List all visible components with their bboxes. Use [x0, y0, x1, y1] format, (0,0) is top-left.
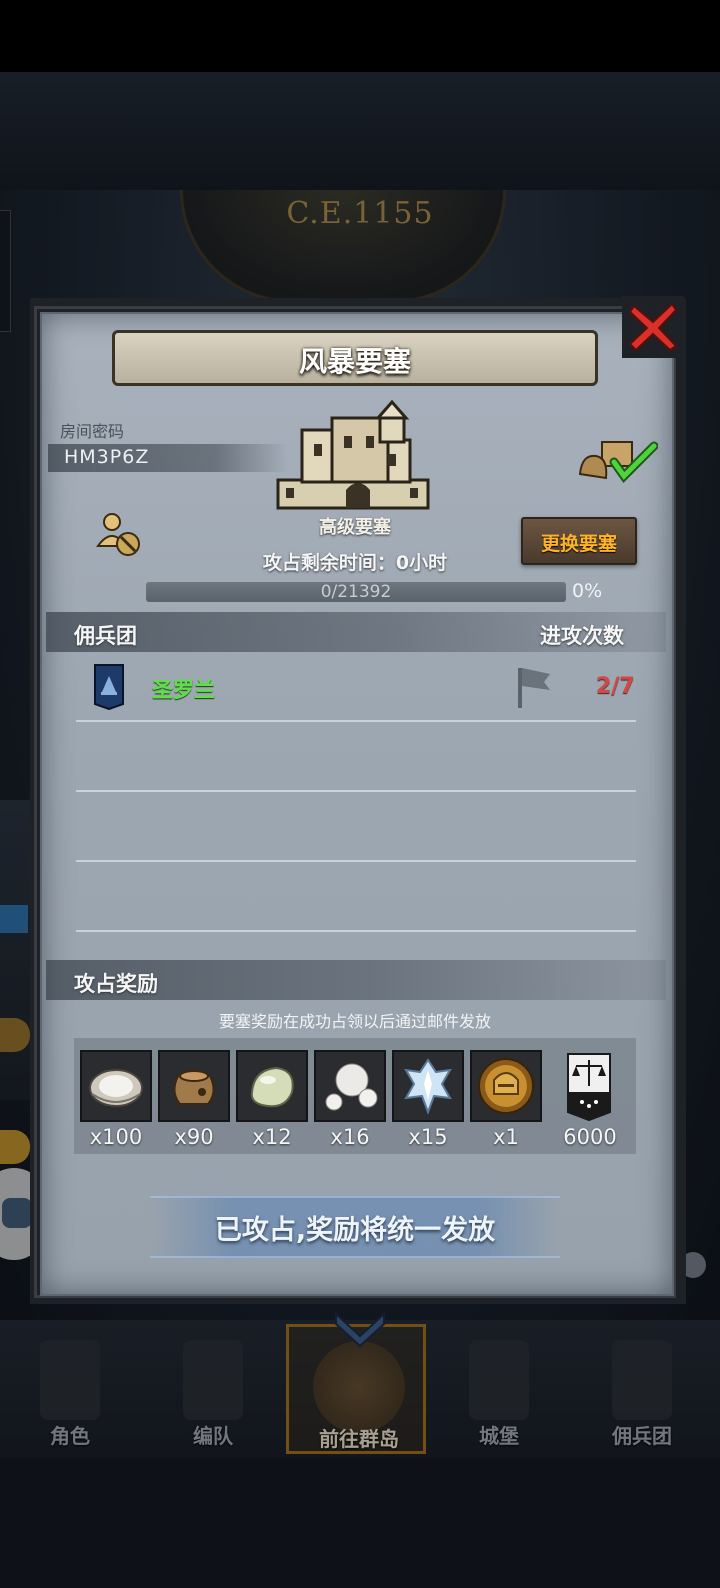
- jade-stone-icon: [250, 1066, 294, 1108]
- reward-quantity: x12: [252, 1125, 292, 1149]
- row-divider: [76, 860, 636, 862]
- room-code-value[interactable]: HM3P6Z: [64, 446, 149, 468]
- reward-header-label: 攻占奖励: [74, 972, 158, 996]
- close-icon[interactable]: [622, 296, 684, 358]
- knight-medal-icon: [478, 1058, 534, 1114]
- row-divider: [76, 790, 636, 792]
- change-fortress-button[interactable]: 更换要塞: [521, 517, 637, 565]
- claim-status-text: 已攻占,奖励将统一发放: [214, 1215, 496, 1246]
- reward-quantity: 6000: [563, 1125, 617, 1149]
- guild-attack-count: 2/7: [596, 674, 635, 699]
- reward-note: 要塞奖励在成功占领以后通过邮件发放: [218, 1012, 491, 1031]
- room-code-label: 房间密码: [60, 422, 125, 441]
- guild-banner-icon: [94, 664, 124, 710]
- reward-quantity: x15: [408, 1125, 448, 1149]
- status-bar: [0, 0, 720, 72]
- change-fortress-label: 更换要塞: [540, 533, 617, 555]
- reward-slot[interactable]: [314, 1050, 386, 1122]
- capture-progress-percent: 0%: [572, 580, 603, 602]
- row-divider: [76, 720, 636, 722]
- castle-icon: [276, 399, 430, 510]
- user-blocked-icon[interactable]: [96, 512, 142, 558]
- pearls-icon: [325, 1063, 378, 1111]
- reward-slot[interactable]: [80, 1050, 152, 1122]
- reward-quantity: x16: [330, 1125, 370, 1149]
- reward-quantity: x1: [493, 1125, 519, 1149]
- guild-name[interactable]: 圣罗兰: [152, 674, 215, 704]
- reward-slot[interactable]: [392, 1050, 464, 1122]
- attack-flag-icon: [518, 668, 550, 708]
- crystal-icon: [404, 1058, 452, 1115]
- row-divider: [76, 930, 636, 932]
- capture-progress-text: 0/21392: [320, 582, 392, 602]
- oyster-shell-icon: [89, 1069, 143, 1107]
- supplies-check-icon[interactable]: [578, 436, 658, 484]
- guild-header-label: 佣兵团: [74, 624, 137, 648]
- justice-banner-icon[interactable]: [566, 1052, 612, 1122]
- dialog-title: 风暴要塞: [298, 345, 411, 378]
- reward-quantity: x90: [174, 1125, 214, 1149]
- sack-icon: [173, 1070, 215, 1105]
- reward-quantity: x100: [89, 1125, 143, 1149]
- reward-slot[interactable]: [236, 1050, 308, 1122]
- reward-slot[interactable]: [158, 1050, 230, 1122]
- attack-count-header: 进攻次数: [540, 624, 624, 648]
- reward-slot[interactable]: [470, 1050, 542, 1122]
- bottom-safe-area: [0, 1458, 720, 1588]
